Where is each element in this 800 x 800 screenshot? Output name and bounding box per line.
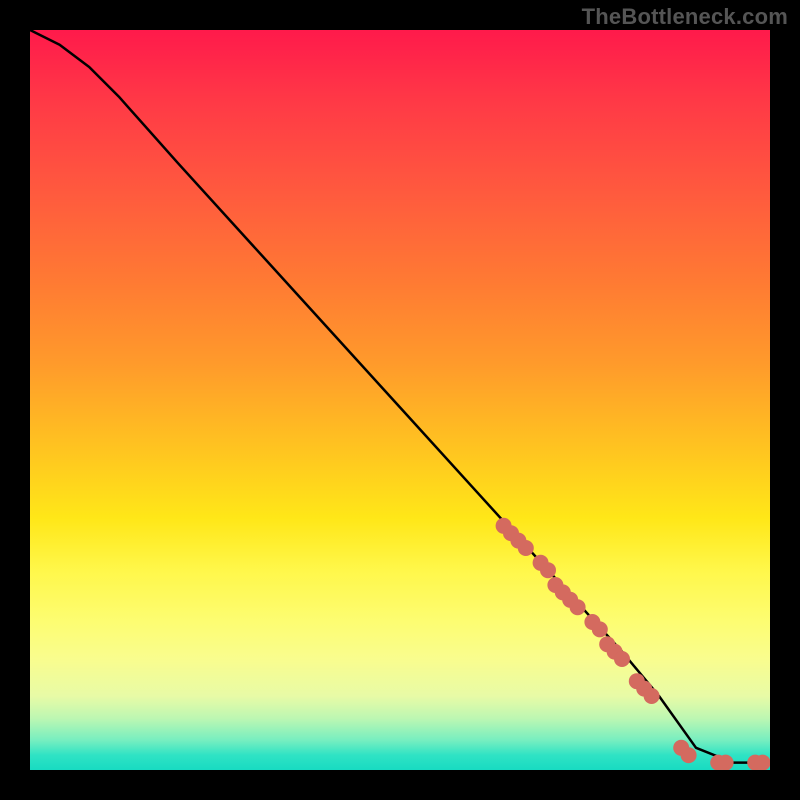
marker-dot bbox=[644, 688, 660, 704]
marker-dot bbox=[673, 740, 689, 756]
chart-svg bbox=[30, 30, 770, 770]
plot-area bbox=[30, 30, 770, 770]
marker-dot bbox=[540, 562, 556, 578]
marker-dot bbox=[636, 681, 652, 697]
marker-dot bbox=[518, 540, 534, 556]
marker-dot bbox=[710, 755, 726, 770]
marker-dot bbox=[718, 755, 734, 770]
marker-dot bbox=[496, 518, 512, 534]
marker-dot bbox=[533, 555, 549, 571]
marker-dot bbox=[592, 621, 608, 637]
marker-dot bbox=[570, 599, 586, 615]
chart-frame: TheBottleneck.com bbox=[0, 0, 800, 800]
marker-dot bbox=[562, 592, 578, 608]
marker-dot bbox=[510, 533, 526, 549]
marker-dot bbox=[614, 651, 630, 667]
curve-line bbox=[30, 30, 770, 763]
marker-dot bbox=[584, 614, 600, 630]
watermark-text: TheBottleneck.com bbox=[582, 4, 788, 30]
marker-dot bbox=[747, 755, 763, 770]
marker-dot bbox=[607, 644, 623, 660]
marker-dot bbox=[555, 584, 571, 600]
marker-dot bbox=[599, 636, 615, 652]
marker-dot bbox=[547, 577, 563, 593]
marker-dot bbox=[503, 525, 519, 541]
marker-dot bbox=[755, 755, 770, 770]
marker-dot bbox=[681, 747, 697, 763]
marker-dot bbox=[629, 673, 645, 689]
